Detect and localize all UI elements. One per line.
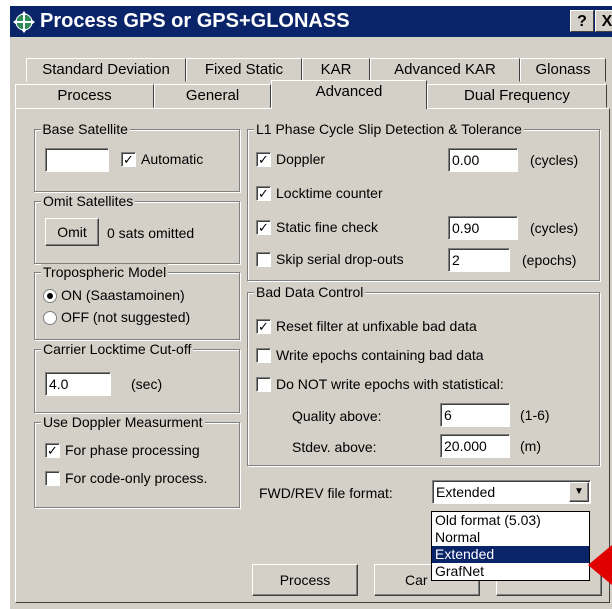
bad-data-group: Bad Data Control ✓ Reset filter at unfix… bbox=[247, 284, 600, 466]
carrier-locktime-group: Carrier Locktime Cut-off 4.0 (sec) bbox=[34, 341, 240, 413]
process-button[interactable]: Process bbox=[252, 564, 358, 596]
dropdown-option[interactable]: GrafNet bbox=[432, 563, 589, 580]
phase-processing-checkbox[interactable]: ✓ bbox=[45, 443, 60, 458]
quality-label: Quality above: bbox=[292, 408, 382, 424]
automatic-checkbox[interactable]: ✓ bbox=[121, 152, 136, 167]
process-button-label: Process bbox=[279, 572, 331, 588]
omit-satellites-group: Omit Satellites Omit 0 sats omitted bbox=[34, 193, 240, 264]
tab-kar[interactable]: KAR bbox=[302, 58, 370, 82]
omit-status: 0 sats omitted bbox=[107, 225, 195, 241]
cycle-slip-group: L1 Phase Cycle Slip Detection & Toleranc… bbox=[247, 121, 600, 281]
automatic-label: Automatic bbox=[141, 151, 204, 167]
stdev-label: Stdev. above: bbox=[292, 439, 377, 455]
doppler-label: Doppler bbox=[276, 151, 326, 167]
cancel-button-label: Car bbox=[405, 572, 428, 588]
static-fine-check-input[interactable]: 0.90 bbox=[448, 216, 518, 240]
omit-satellites-title: Omit Satellites bbox=[41, 193, 136, 209]
quality-input[interactable]: 6 bbox=[440, 403, 510, 427]
tab-dual-frequency[interactable]: Dual Frequency bbox=[427, 84, 607, 108]
skip-serial-checkbox[interactable] bbox=[256, 252, 271, 267]
tab-standard-deviation[interactable]: Standard Deviation bbox=[26, 58, 186, 82]
base-satellite-title-text: Base Satellite bbox=[42, 121, 128, 137]
locktime-input[interactable]: 4.0 bbox=[45, 372, 111, 396]
tab-advanced[interactable]: Advanced bbox=[271, 80, 427, 109]
file-format-selected: Extended bbox=[436, 484, 496, 500]
carrier-locktime-title: Carrier Locktime Cut-off bbox=[41, 341, 194, 357]
phase-processing-label: For phase processing bbox=[65, 442, 200, 458]
static-fine-check-label: Static fine check bbox=[276, 219, 378, 235]
tropo-off-label: OFF (not suggested) bbox=[61, 309, 191, 325]
doppler-unit: (cycles) bbox=[530, 152, 579, 168]
do-not-write-checkbox[interactable] bbox=[256, 377, 271, 392]
file-format-select[interactable]: Extended ▼ bbox=[432, 480, 591, 504]
locktime-unit: (sec) bbox=[131, 376, 163, 392]
locktime-counter-checkbox[interactable]: ✓ bbox=[256, 186, 271, 201]
tropo-off-radio[interactable] bbox=[43, 311, 57, 325]
doppler-measurement-group: Use Doppler Measurment ✓ For phase proce… bbox=[34, 414, 240, 508]
skip-serial-input[interactable]: 2 bbox=[448, 248, 510, 272]
cycle-slip-title: L1 Phase Cycle Slip Detection & Toleranc… bbox=[254, 121, 524, 137]
tropo-on-radio[interactable] bbox=[43, 289, 57, 303]
tab-glonass[interactable]: Glonass bbox=[520, 58, 606, 82]
window-title: Process GPS or GPS+GLONASS bbox=[40, 10, 350, 32]
dropdown-option[interactable]: Old format (5.03) bbox=[432, 512, 589, 529]
do-not-write-label: Do NOT write epochs with statistical: bbox=[276, 376, 504, 392]
omit-button[interactable]: Omit bbox=[45, 218, 99, 246]
tab-fixed-static[interactable]: Fixed Static bbox=[186, 58, 302, 82]
bad-data-title: Bad Data Control bbox=[254, 284, 366, 300]
code-only-label: For code-only process. bbox=[65, 470, 208, 486]
tab-process[interactable]: Process bbox=[15, 84, 154, 108]
doppler-checkbox[interactable]: ✓ bbox=[256, 152, 271, 167]
close-button[interactable]: X bbox=[595, 10, 612, 32]
write-epochs-label: Write epochs containing bad data bbox=[276, 347, 484, 363]
doppler-input[interactable]: 0.00 bbox=[448, 148, 518, 172]
reset-filter-checkbox[interactable]: ✓ bbox=[256, 319, 271, 334]
tropospheric-group: Tropospheric Model ON (Saastamoinen) OFF… bbox=[34, 264, 240, 340]
tab-general[interactable]: General bbox=[154, 84, 271, 108]
chevron-down-icon[interactable]: ▼ bbox=[569, 482, 589, 502]
locktime-counter-label: Locktime counter bbox=[276, 185, 383, 201]
dropdown-option[interactable]: Normal bbox=[432, 529, 589, 546]
dropdown-option-selected[interactable]: Extended bbox=[432, 546, 589, 563]
quality-unit: (1-6) bbox=[520, 407, 550, 423]
reset-filter-label: Reset filter at unfixable bad data bbox=[276, 318, 477, 334]
stdev-unit: (m) bbox=[520, 438, 541, 454]
tropo-on-label: ON (Saastamoinen) bbox=[61, 287, 185, 303]
red-pointer-arrow-icon bbox=[588, 545, 612, 585]
base-satellite-title: BBase Satellite bbox=[41, 121, 130, 137]
doppler-measurement-title: Use Doppler Measurment bbox=[41, 414, 205, 430]
base-satellite-input[interactable] bbox=[45, 148, 109, 172]
static-fine-check-unit: (cycles) bbox=[530, 220, 579, 236]
write-epochs-checkbox[interactable] bbox=[256, 348, 271, 363]
tab-advanced-kar[interactable]: Advanced KAR bbox=[370, 58, 520, 82]
tropospheric-title: Tropospheric Model bbox=[41, 264, 169, 280]
title-bar[interactable]: Process GPS or GPS+GLONASS ? X bbox=[10, 6, 612, 37]
skip-serial-label: Skip serial drop-outs bbox=[276, 251, 404, 267]
code-only-checkbox[interactable] bbox=[45, 471, 60, 486]
help-button[interactable]: ? bbox=[570, 10, 594, 32]
globe-arrows-icon bbox=[13, 11, 35, 33]
file-format-dropdown-list[interactable]: Old format (5.03) Normal Extended GrafNe… bbox=[431, 511, 590, 581]
skip-serial-unit: (epochs) bbox=[522, 252, 577, 268]
file-format-label: FWD/REV file format: bbox=[259, 485, 393, 501]
base-satellite-group: BBase Satellite ✓ Automatic bbox=[34, 121, 240, 192]
stdev-input[interactable]: 20.000 bbox=[440, 434, 510, 458]
dialog-window: Process GPS or GPS+GLONASS ? X Standard … bbox=[0, 0, 612, 609]
static-fine-check-checkbox[interactable]: ✓ bbox=[256, 220, 271, 235]
